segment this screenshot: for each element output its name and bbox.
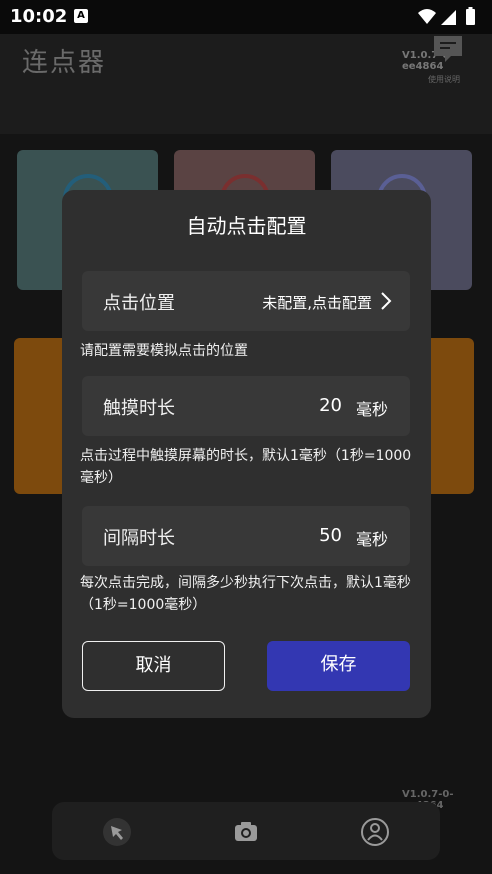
tap-icon[interactable] xyxy=(102,817,132,847)
wifi-icon xyxy=(418,9,436,24)
app-title: 连点器 xyxy=(22,48,107,78)
signal-icon xyxy=(441,10,456,25)
click-position-value: 未配置,点击配置 xyxy=(262,294,372,312)
dialog-title: 自动点击配置 xyxy=(186,214,307,238)
battery-icon xyxy=(466,9,475,25)
click-position-desc: 请配置需要模拟点击的位置 xyxy=(80,343,248,359)
camera-icon[interactable] xyxy=(231,817,261,847)
interval-duration-label: 间隔时长 xyxy=(103,528,175,549)
interval-duration-input[interactable]: 50 xyxy=(319,525,342,546)
notification-icon: A xyxy=(74,9,88,23)
help-label[interactable]: 使用说明 xyxy=(428,74,460,85)
status-icons xyxy=(418,7,475,25)
touch-duration-row: 触摸时长 20 毫秒 xyxy=(82,376,410,436)
click-position-row[interactable]: 点击位置 未配置,点击配置 xyxy=(82,271,410,331)
touch-duration-input[interactable]: 20 xyxy=(319,395,342,416)
touch-duration-label: 触摸时长 xyxy=(103,398,175,419)
save-button[interactable]: 保存 xyxy=(267,641,410,691)
interval-duration-row: 间隔时长 50 毫秒 xyxy=(82,506,410,566)
interval-duration-desc: 每次点击完成，间隔多少秒执行下次点击，默认1毫秒（1秒=1000毫秒） xyxy=(80,575,411,613)
status-bar: 10:02 A xyxy=(0,0,492,34)
status-time: 10:02 xyxy=(10,6,68,27)
auto-click-config-dialog: 自动点击配置 点击位置 未配置,点击配置 请配置需要模拟点击的位置 触摸时长 2… xyxy=(62,190,431,718)
profile-icon[interactable] xyxy=(360,817,390,847)
touch-duration-desc: 点击过程中触摸屏幕的时长，默认1毫秒（1秒=1000毫秒） xyxy=(80,448,412,486)
interval-duration-unit: 毫秒 xyxy=(355,530,388,549)
help-icon[interactable] xyxy=(431,34,465,64)
touch-duration-unit: 毫秒 xyxy=(355,400,388,419)
chevron-right-icon xyxy=(381,292,392,310)
click-position-label: 点击位置 xyxy=(103,293,175,314)
cancel-button[interactable]: 取消 xyxy=(82,641,225,691)
bottom-nav xyxy=(52,802,440,860)
